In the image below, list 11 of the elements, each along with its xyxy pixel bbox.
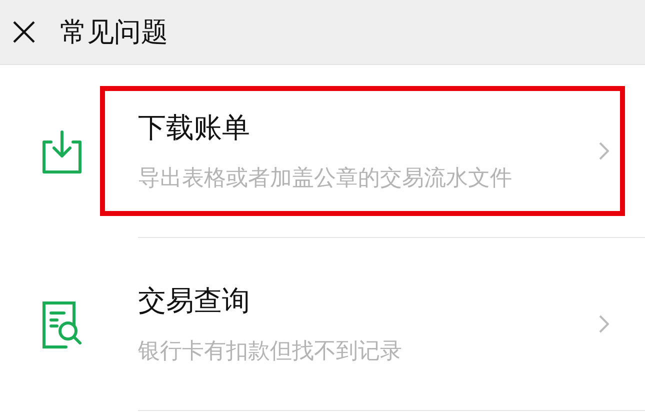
list-item[interactable]: 交易查询 银行卡有扣款但找不到记录 — [0, 238, 645, 411]
chevron-icon — [599, 142, 609, 160]
chevron-icon — [599, 315, 609, 333]
page-title: 常见问题 — [60, 16, 168, 50]
item-title: 交易查询 — [138, 283, 251, 319]
item-title: 下载账单 — [138, 110, 251, 146]
item-subtitle: 导出表格或者加盖公章的交易流水文件 — [138, 165, 513, 193]
item-subtitle: 银行卡有扣款但找不到记录 — [138, 338, 403, 366]
list-item[interactable]: 下载账单 导出表格或者加盖公章的交易流水文件 — [0, 65, 645, 238]
download-icon — [42, 130, 82, 174]
close-icon[interactable] — [12, 20, 36, 44]
